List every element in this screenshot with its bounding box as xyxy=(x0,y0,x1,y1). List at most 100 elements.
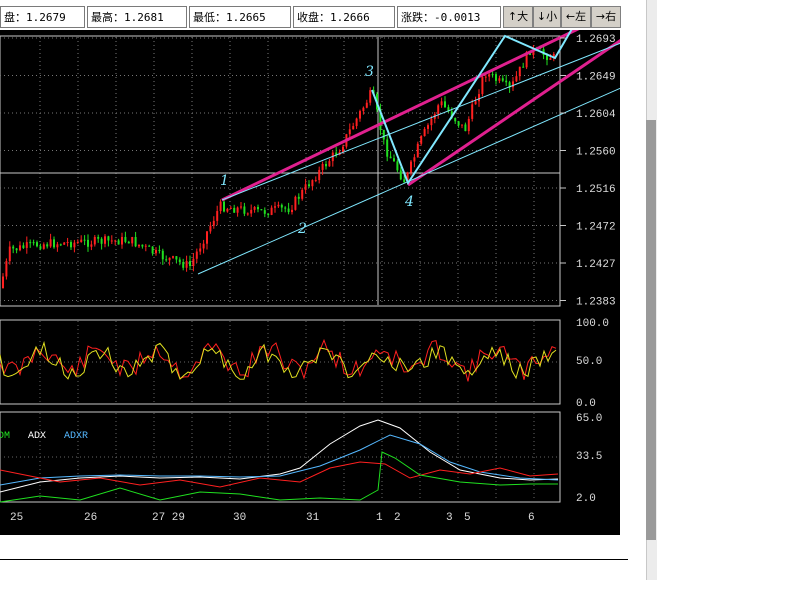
candle-body xyxy=(178,259,181,262)
candle-body xyxy=(297,196,300,199)
change-value: 涨跌：-0.0013 xyxy=(397,6,501,28)
candle-body xyxy=(226,208,229,212)
candle-body xyxy=(389,156,392,159)
price-axis-label: 1.2516 xyxy=(576,184,616,196)
candle-body xyxy=(270,207,273,215)
chart-area[interactable]: 1234 1.2693 1.2649 1.2604 1.2560 1.2516 1.247… xyxy=(0,30,620,535)
candle-body xyxy=(410,161,412,173)
candle-body xyxy=(488,74,491,77)
candle-body xyxy=(420,136,423,144)
dmi-axis-label: 33.5 xyxy=(576,451,602,463)
zoom-out-button[interactable]: ↓小 xyxy=(533,6,561,28)
candle-body xyxy=(321,163,324,170)
candle-body xyxy=(403,179,406,183)
candle-body xyxy=(267,213,270,215)
candle-body xyxy=(46,244,49,247)
candle-body xyxy=(182,261,185,268)
zoom-in-button[interactable]: ↑大 xyxy=(503,6,533,28)
candle-body xyxy=(8,246,11,262)
date-axis-label: 26 xyxy=(84,512,97,524)
low-price: 最低：1.2665 xyxy=(189,6,291,28)
scroll-right-button[interactable]: →右 xyxy=(591,6,621,28)
candle-body xyxy=(461,124,463,126)
candle-body xyxy=(512,81,514,88)
candle-body xyxy=(90,244,93,247)
candle-body xyxy=(107,236,110,241)
candle-body xyxy=(369,90,372,103)
rsi-line-fast xyxy=(0,338,557,382)
candle-body xyxy=(471,104,474,119)
dmi-axis-label: 65.0 xyxy=(576,413,602,425)
candle-body xyxy=(151,246,154,254)
candle-body xyxy=(250,209,253,214)
candle-body xyxy=(311,180,314,187)
candle-body xyxy=(342,146,344,153)
channel-lower-line xyxy=(407,38,620,187)
candle-body xyxy=(63,242,66,245)
candle-body xyxy=(474,101,477,105)
candle-body xyxy=(308,184,310,187)
candle-body xyxy=(117,240,120,245)
candle-body xyxy=(216,211,219,221)
candle-body xyxy=(291,209,293,213)
candle-body xyxy=(59,244,62,246)
candle-body xyxy=(501,78,504,81)
high-price: 最高：1.2681 xyxy=(87,6,187,28)
dmi-legend-label: DM xyxy=(0,431,10,442)
candle-body xyxy=(219,201,222,212)
candle-body xyxy=(158,249,161,251)
candle-body xyxy=(104,236,106,244)
candle-body xyxy=(498,78,501,81)
candle-body xyxy=(280,204,283,208)
candle-body xyxy=(172,256,174,258)
candle-body xyxy=(100,238,103,244)
candle-body xyxy=(457,121,460,126)
price-axis-label: 1.2693 xyxy=(576,34,616,46)
candle-body xyxy=(399,170,402,180)
candle-body xyxy=(87,239,89,247)
chart-canvas[interactable]: 1234 1.26931.26491.26041.25601.25161.247… xyxy=(0,30,620,535)
candle-body xyxy=(260,209,263,211)
drawn-lines: 1 2 3 4 xyxy=(197,30,620,275)
candle-body xyxy=(284,207,287,209)
candle-body xyxy=(263,210,266,214)
date-axis-label: 27 29 xyxy=(152,512,185,524)
candle-body xyxy=(212,220,215,226)
candle-body xyxy=(209,225,212,232)
candle-body xyxy=(195,251,198,259)
candle-body xyxy=(423,128,426,137)
candle-body xyxy=(430,118,433,126)
candle-body xyxy=(325,163,327,167)
date-axis-label: 30 xyxy=(233,512,246,524)
dmi-legend-label: ADXR xyxy=(64,431,88,442)
date-axis-label: 1 xyxy=(376,512,383,524)
candle-body xyxy=(484,76,487,78)
candle-body xyxy=(359,111,361,119)
candle-body xyxy=(189,261,191,266)
candle-body xyxy=(22,245,25,248)
candle-body xyxy=(522,66,525,68)
candle-body xyxy=(138,244,140,247)
candle-body xyxy=(253,207,256,210)
wave-label: 4 xyxy=(404,194,414,210)
candle-body xyxy=(5,261,8,277)
date-axis-label: 3 xyxy=(446,512,453,524)
price-axis-label: 1.2427 xyxy=(576,259,616,271)
candle-body xyxy=(464,124,467,132)
scrollbar-thumb[interactable] xyxy=(646,120,656,540)
candle-body xyxy=(202,243,205,249)
candle-body xyxy=(277,204,280,207)
candle-body xyxy=(481,76,484,95)
candle-body xyxy=(287,208,290,213)
candle-body xyxy=(141,244,144,247)
candle-body xyxy=(199,248,202,252)
candle-body xyxy=(355,118,358,127)
candle-body xyxy=(53,239,55,248)
candle-body xyxy=(192,258,195,266)
candle-body xyxy=(144,245,147,247)
candle-body xyxy=(236,207,239,213)
candle-body xyxy=(49,239,52,247)
candle-body xyxy=(427,125,429,129)
scroll-left-button[interactable]: ←左 xyxy=(561,6,591,28)
candle-body xyxy=(76,241,79,243)
